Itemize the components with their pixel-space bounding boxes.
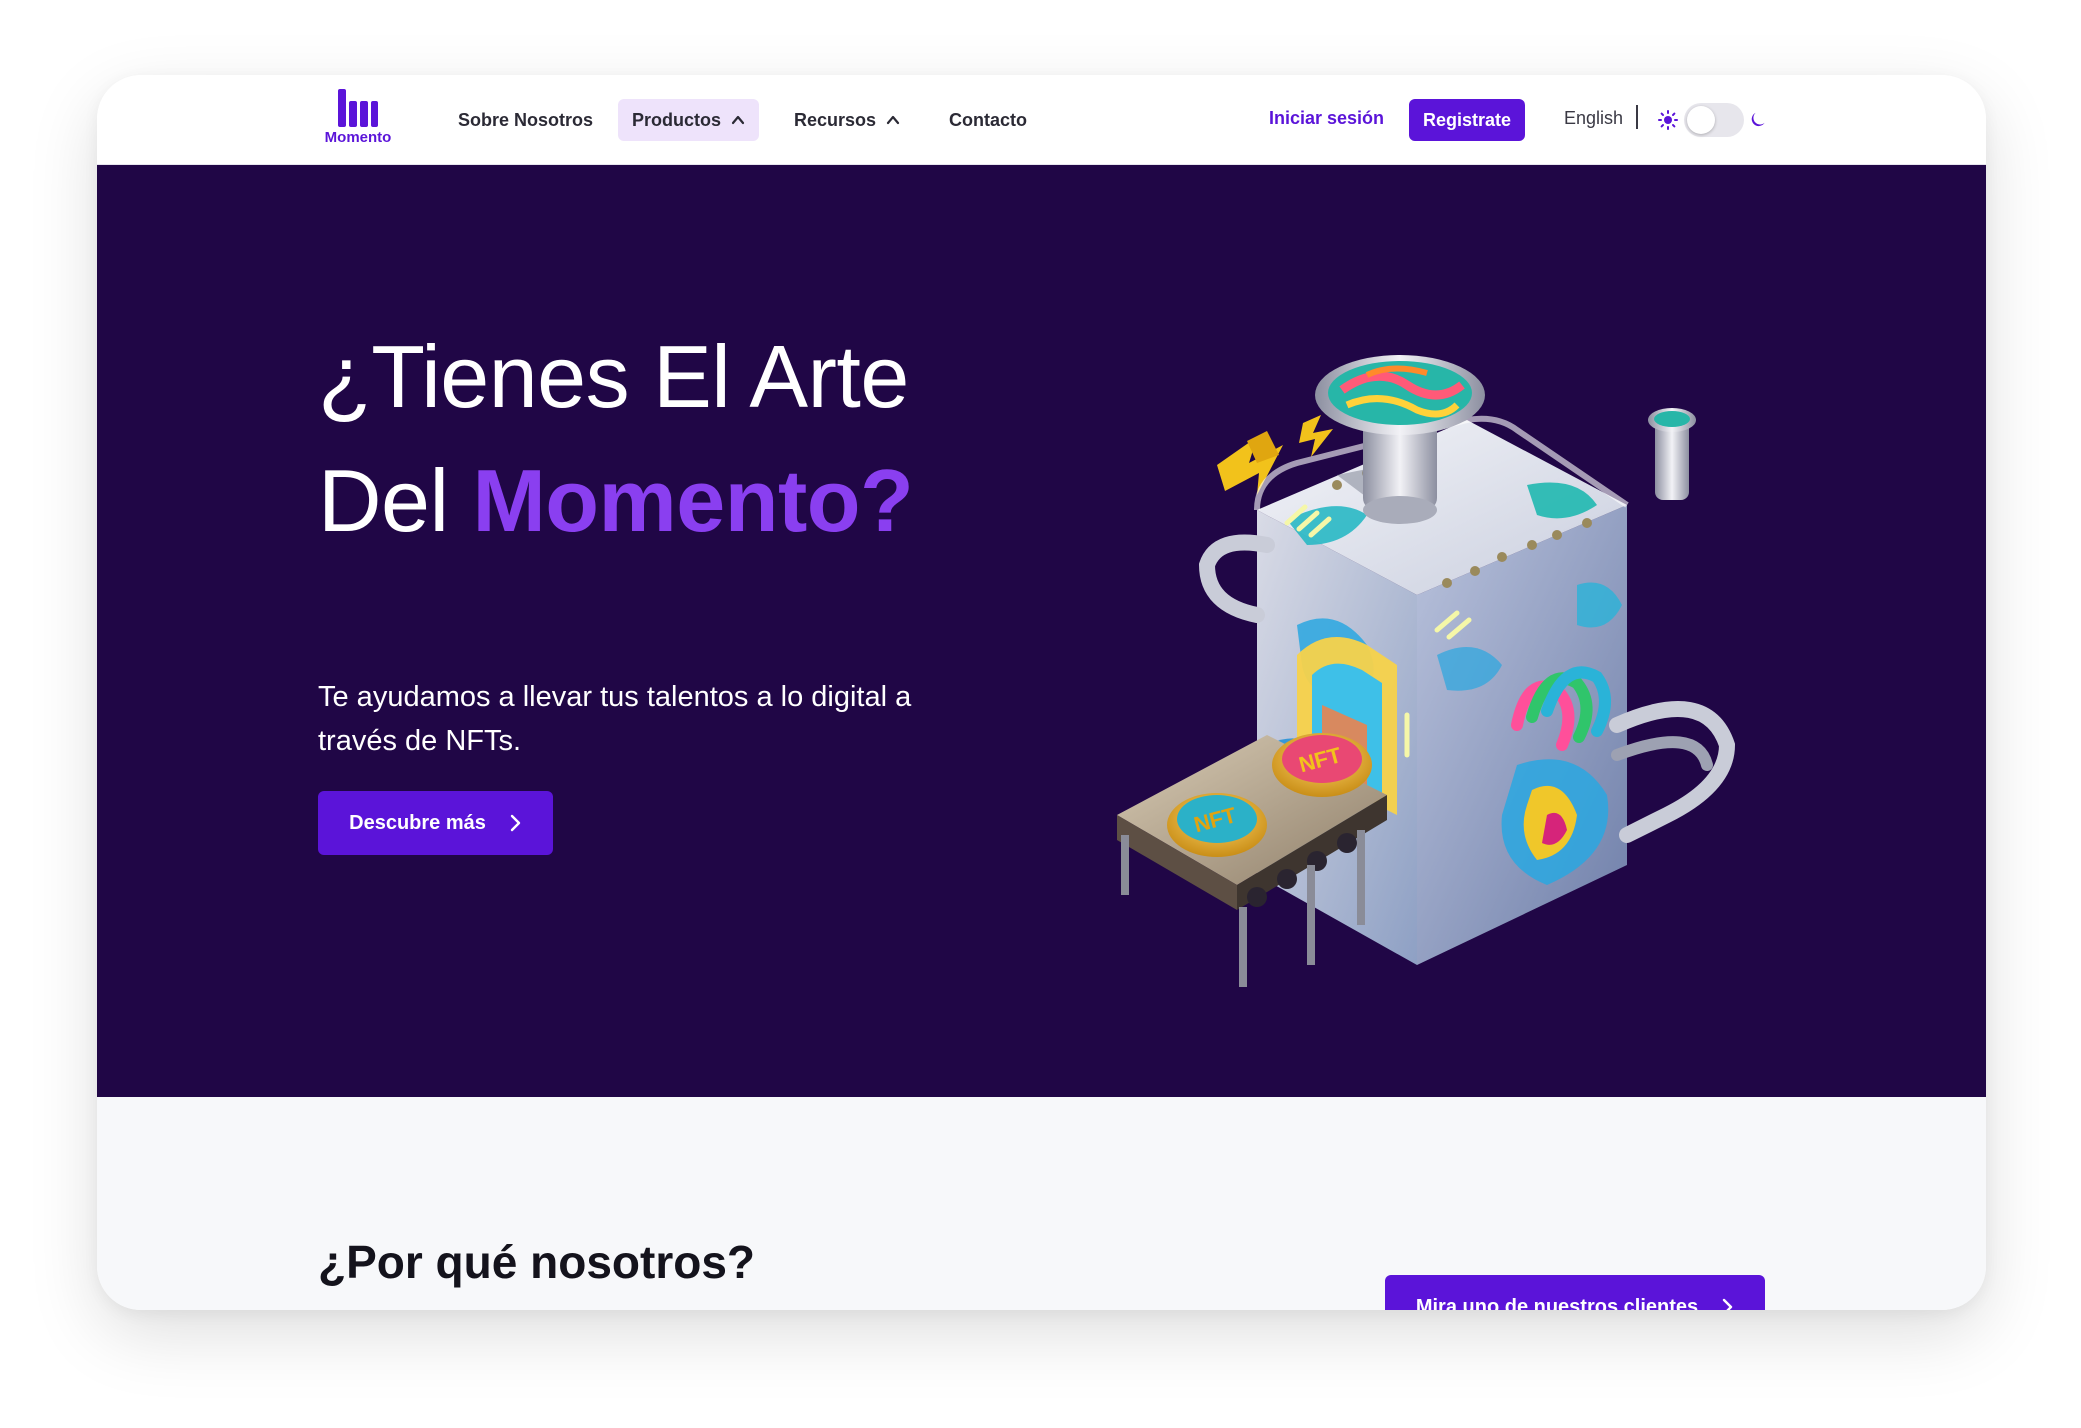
browser-frame: Momento Sobre Nosotros Productos Recurso… bbox=[97, 75, 1986, 1310]
why-us-section: ¿Por qué nosotros? Mira uno de nuestros … bbox=[97, 1097, 1986, 1310]
nav-label: Recursos bbox=[794, 109, 877, 130]
section-title: ¿Por qué nosotros? bbox=[318, 1236, 755, 1288]
hero-section: ¿Tienes El Arte Del Momento? Te ayudamos… bbox=[97, 165, 1986, 1097]
momento-logo[interactable]: Momento bbox=[318, 89, 398, 153]
nav-recursos[interactable]: Recursos bbox=[794, 99, 900, 141]
nav-label: Sobre Nosotros bbox=[458, 109, 594, 130]
nav-label: Productos bbox=[632, 109, 722, 130]
hero-title: ¿Tienes El Arte Del Momento? bbox=[318, 315, 1078, 563]
theme-toggle[interactable] bbox=[1684, 103, 1744, 137]
hero-title-line1: ¿Tienes El Arte bbox=[318, 327, 909, 426]
language-switch[interactable]: English bbox=[1564, 108, 1623, 129]
chevron-right-icon bbox=[510, 814, 521, 832]
sun-icon bbox=[1658, 110, 1678, 130]
divider bbox=[1636, 105, 1638, 129]
navbar: Momento Sobre Nosotros Productos Recurso… bbox=[97, 75, 1986, 165]
chevron-up-icon bbox=[731, 115, 745, 125]
hero-subtitle: Te ayudamos a llevar tus talentos a lo d… bbox=[318, 681, 912, 757]
moon-icon bbox=[1751, 112, 1765, 127]
signup-button[interactable]: Registrate bbox=[1409, 99, 1525, 141]
nav-contacto[interactable]: Contacto bbox=[949, 99, 1027, 141]
hero-title-prefix: Del bbox=[318, 451, 473, 550]
nav-productos[interactable]: Productos bbox=[618, 99, 760, 141]
chevron-right-icon bbox=[1722, 1298, 1733, 1310]
logo-bars-icon bbox=[338, 89, 378, 127]
login-link[interactable]: Iniciar sesión bbox=[1269, 108, 1384, 129]
toggle-knob bbox=[1687, 106, 1715, 134]
logo-text: Momento bbox=[324, 129, 392, 146]
nft-machine-illustration: NFT NFT bbox=[1117, 355, 1736, 987]
nav-sobre-nosotros[interactable]: Sobre Nosotros bbox=[458, 99, 593, 141]
chevron-up-icon bbox=[886, 115, 900, 125]
nav-label: Contacto bbox=[949, 109, 1027, 130]
see-client-button[interactable]: Mira uno de nuestros clientes bbox=[1385, 1275, 1765, 1310]
discover-more-button[interactable]: Descubre más bbox=[318, 791, 553, 855]
hero-title-accent: Momento? bbox=[472, 451, 914, 550]
client-button-label: Mira uno de nuestros clientes bbox=[1415, 1295, 1699, 1311]
cta-label: Descubre más bbox=[349, 811, 486, 834]
